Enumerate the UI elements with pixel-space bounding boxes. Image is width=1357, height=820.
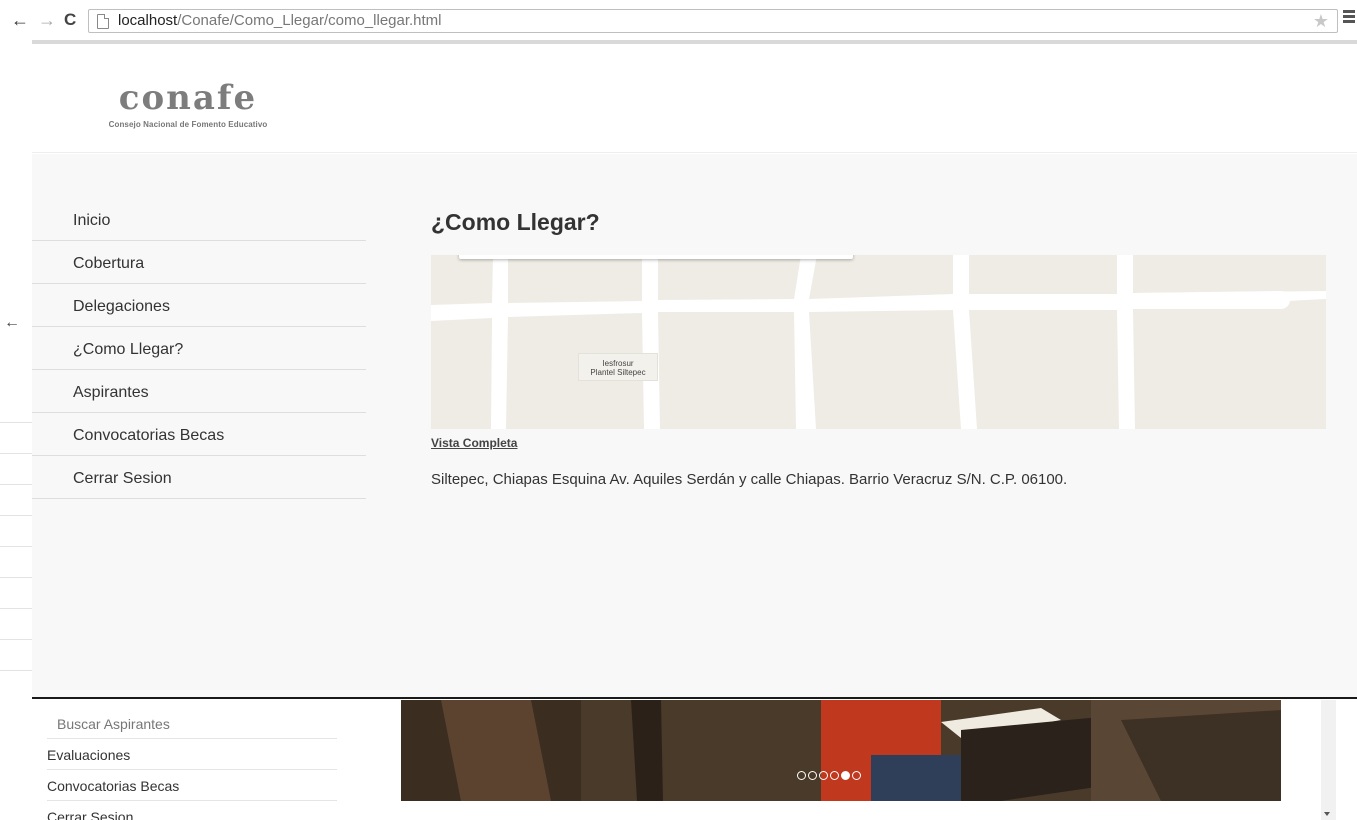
menu-item-convocatorias-becas[interactable]: Convocatorias Becas bbox=[32, 413, 366, 456]
page-icon bbox=[97, 14, 109, 29]
browser-toolbar: ← → C localhost/Conafe/Como_Llegar/como_… bbox=[0, 0, 1357, 42]
background-menu-item-buscar-aspirantes[interactable]: Buscar Aspirantes bbox=[47, 708, 337, 739]
overlay-panel: Inicio Cobertura Delegaciones ¿Como Lleg… bbox=[32, 154, 1357, 699]
url-host: localhost bbox=[118, 12, 178, 29]
url-text[interactable]: localhost/Conafe/Como_Llegar/como_llegar… bbox=[118, 12, 442, 30]
conafe-logo[interactable]: conafe bbox=[88, 80, 288, 116]
site-header: conafe Consejo Nacional de Fomento Educa… bbox=[32, 44, 1357, 153]
map-place-label[interactable]: Iesfrosur Plantel Siltepec bbox=[578, 353, 658, 381]
scroll-down-arrow-icon[interactable] bbox=[1324, 812, 1330, 816]
address-bar[interactable]: localhost/Conafe/Como_Llegar/como_llegar… bbox=[88, 9, 1338, 33]
menu-item-delegaciones[interactable]: Delegaciones bbox=[32, 284, 366, 327]
image-carousel[interactable] bbox=[401, 700, 1281, 801]
map-label-line1: Iesfrosur bbox=[602, 359, 634, 368]
reload-icon[interactable]: C bbox=[64, 9, 76, 31]
logo-subtitle: Consejo Nacional de Fomento Educativo bbox=[108, 120, 268, 129]
url-path: /Conafe/Como_Llegar/como_llegar.html bbox=[177, 12, 442, 29]
background-back-arrow-icon: ← bbox=[4, 314, 20, 331]
carousel-photo bbox=[401, 700, 1281, 801]
menu-item-cobertura[interactable]: Cobertura bbox=[32, 241, 366, 284]
browser-menu-icon[interactable] bbox=[1343, 10, 1355, 25]
background-menu-item-evaluaciones[interactable]: Evaluaciones bbox=[47, 739, 337, 770]
page-scrollbar[interactable] bbox=[1321, 700, 1336, 820]
page-title: ¿Como Llegar? bbox=[431, 209, 600, 235]
menu-item-como-llegar[interactable]: ¿Como Llegar? bbox=[32, 327, 366, 370]
side-menu: Inicio Cobertura Delegaciones ¿Como Lleg… bbox=[32, 198, 366, 499]
map-info-card[interactable] bbox=[459, 255, 853, 259]
background-menu-item-cerrar-sesion[interactable]: Cerrar Sesion bbox=[47, 801, 337, 820]
menu-item-aspirantes[interactable]: Aspirantes bbox=[32, 370, 366, 413]
embedded-map[interactable]: Iesfrosur Plantel Siltepec bbox=[431, 255, 1326, 429]
carousel-dots bbox=[797, 767, 863, 781]
map-canvas[interactable] bbox=[431, 255, 1326, 429]
menu-item-inicio[interactable]: Inicio bbox=[32, 198, 366, 241]
menu-item-cerrar-sesion[interactable]: Cerrar Sesion bbox=[32, 456, 366, 499]
vista-completa-link[interactable]: Vista Completa bbox=[431, 436, 517, 450]
back-arrow-icon[interactable]: ← bbox=[11, 9, 29, 31]
background-menu: Buscar Aspirantes Evaluaciones Convocato… bbox=[47, 708, 337, 820]
bookmark-star-icon[interactable]: ★ bbox=[1313, 11, 1329, 31]
map-label-line2: Plantel Siltepec bbox=[590, 368, 646, 377]
forward-arrow-icon[interactable]: → bbox=[38, 9, 56, 31]
page-root: ← → C localhost/Conafe/Como_Llegar/como_… bbox=[0, 0, 1357, 820]
address-text: Siltepec, Chiapas Esquina Av. Aquiles Se… bbox=[431, 471, 1068, 488]
background-menu-item-convocatorias-becas[interactable]: Convocatorias Becas bbox=[47, 770, 337, 801]
background-list-lines bbox=[0, 392, 32, 671]
